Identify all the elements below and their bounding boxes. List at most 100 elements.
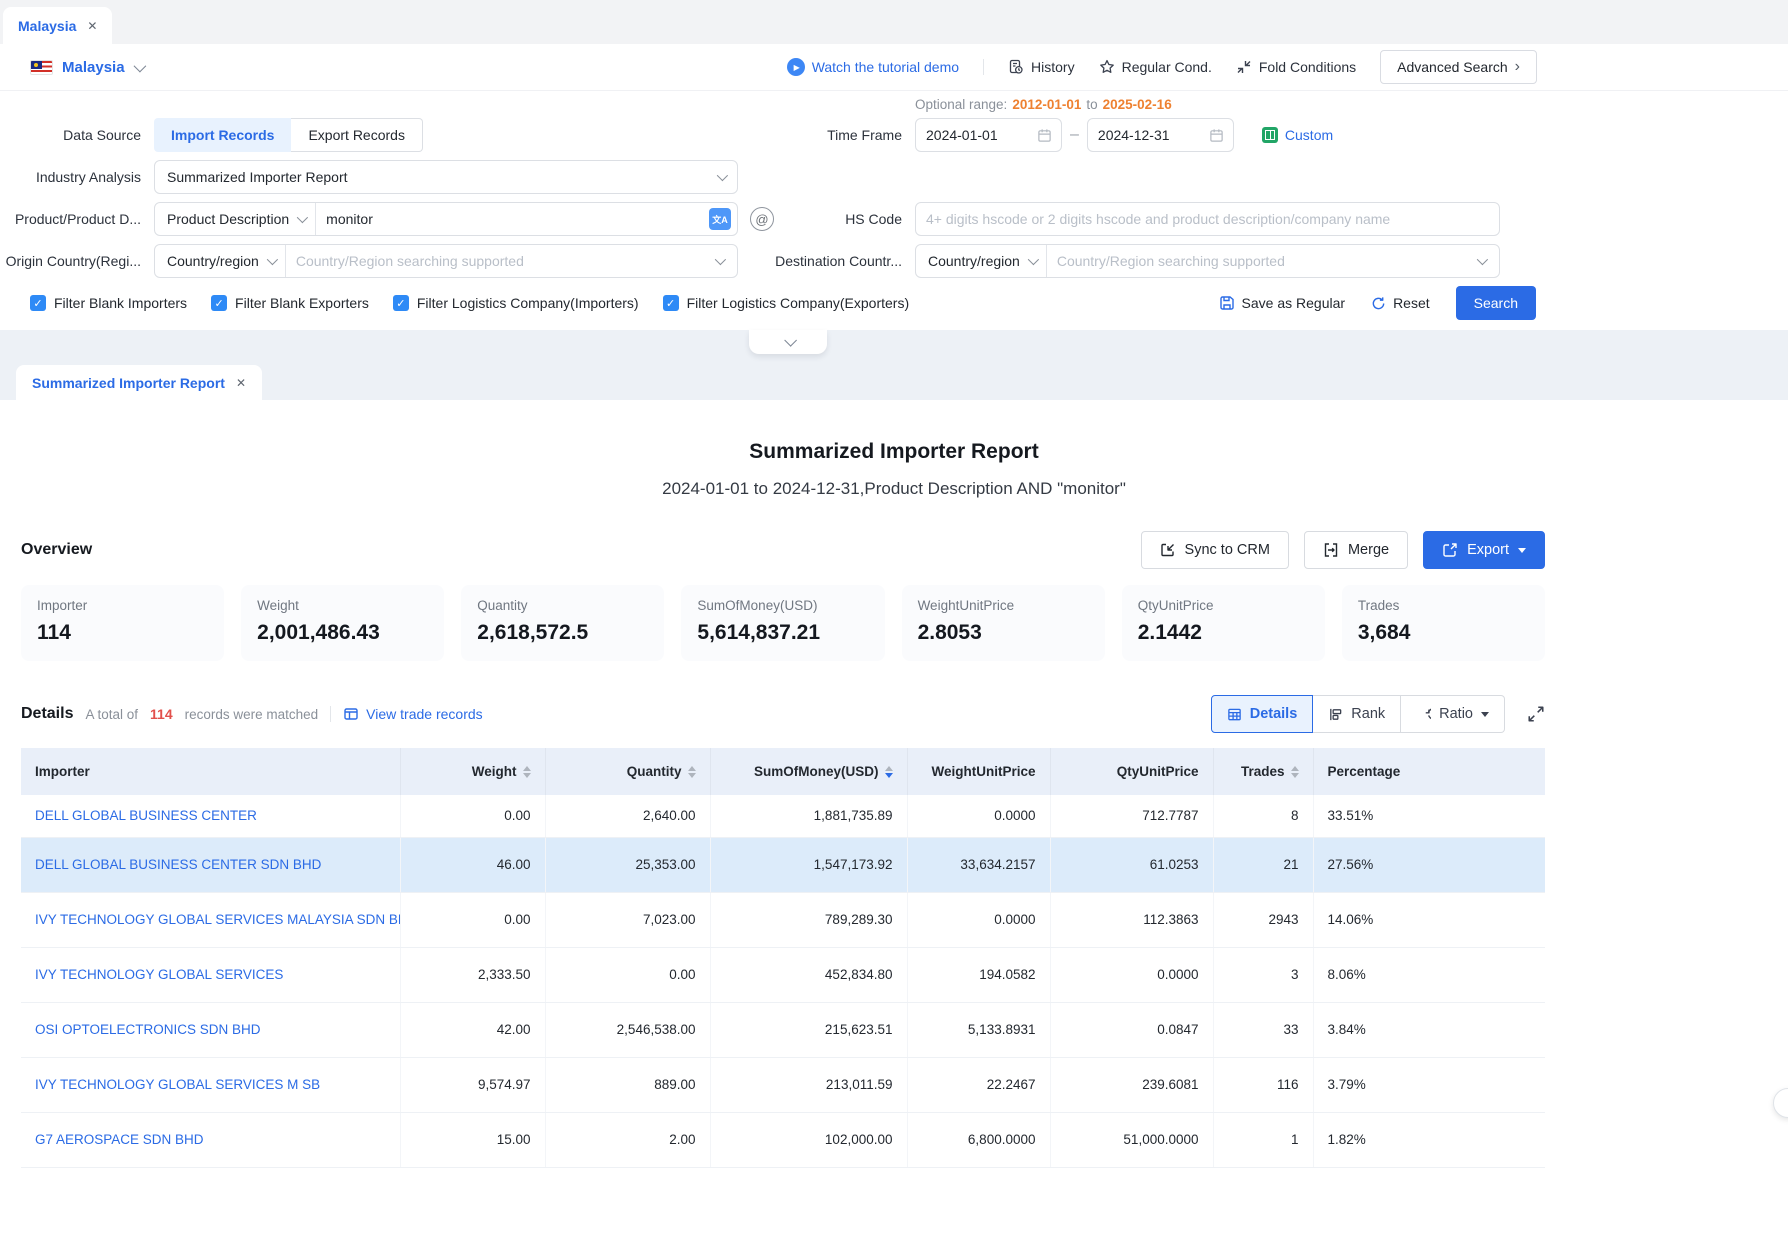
checkbox-checked-icon[interactable]: ✓: [663, 295, 679, 311]
country-selector[interactable]: Malaysia: [30, 59, 143, 76]
column-header[interactable]: WeightUnitPrice: [907, 748, 1050, 795]
importer-link[interactable]: DELL GLOBAL BUSINESS CENTER: [35, 808, 257, 823]
data-source-label: Data Source: [0, 127, 154, 143]
destination-country-combo: Country/region: [915, 244, 1500, 278]
column-header[interactable]: Importer: [21, 748, 400, 795]
view-trade-records-link[interactable]: View trade records: [343, 706, 482, 722]
value-cell: 194.0582: [907, 947, 1050, 1002]
column-header[interactable]: Trades: [1213, 748, 1313, 795]
sort-desc-caret[interactable]: [885, 773, 893, 778]
window-tab-malaysia[interactable]: Malaysia ✕: [3, 7, 112, 44]
rank-view-button[interactable]: Rank: [1313, 695, 1401, 733]
checkbox-checked-icon[interactable]: ✓: [211, 295, 227, 311]
total-prefix: A total of: [85, 707, 138, 722]
sort-icon[interactable]: [688, 766, 696, 778]
divider: [330, 706, 331, 722]
close-icon[interactable]: ✕: [236, 377, 246, 389]
product-input[interactable]: [316, 203, 709, 235]
stat-label: QtyUnitPrice: [1138, 598, 1309, 613]
origin-country-label: Origin Country(Regi...: [0, 253, 154, 269]
stat-label: WeightUnitPrice: [918, 598, 1089, 613]
time-frame-start[interactable]: [915, 118, 1062, 152]
table-row[interactable]: IVY TECHNOLOGY GLOBAL SERVICES2,333.500.…: [21, 947, 1545, 1002]
table-row[interactable]: OSI OPTOELECTRONICS SDN BHD42.002,546,53…: [21, 1002, 1545, 1057]
sort-asc-caret[interactable]: [523, 766, 531, 771]
value-cell: 112.3863: [1050, 892, 1213, 947]
sort-icon[interactable]: [1291, 766, 1299, 778]
industry-analysis-select[interactable]: Summarized Importer Report: [154, 160, 738, 194]
import-records-tab[interactable]: Import Records: [154, 118, 291, 152]
importer-link[interactable]: IVY TECHNOLOGY GLOBAL SERVICES M SB: [35, 1077, 320, 1092]
value-cell: 452,834.80: [710, 947, 907, 1002]
sort-asc-caret[interactable]: [885, 766, 893, 771]
column-header[interactable]: Quantity: [545, 748, 710, 795]
translate-icon[interactable]: 文A: [709, 208, 731, 230]
table-row[interactable]: DELL GLOBAL BUSINESS CENTER SDN BHD46.00…: [21, 837, 1545, 892]
close-icon[interactable]: ✕: [87, 20, 97, 32]
origin-mode-select[interactable]: Country/region: [155, 245, 286, 277]
value-cell: 213,011.59: [710, 1057, 907, 1112]
merge-label: Merge: [1348, 542, 1389, 558]
sort-asc-caret[interactable]: [1291, 766, 1299, 771]
table-row[interactable]: IVY TECHNOLOGY GLOBAL SERVICES M SB9,574…: [21, 1057, 1545, 1112]
sort-desc-caret[interactable]: [688, 773, 696, 778]
ratio-view-button[interactable]: Ratio: [1401, 695, 1505, 733]
importer-link[interactable]: G7 AEROSPACE SDN BHD: [35, 1132, 204, 1147]
details-view-button[interactable]: Details: [1211, 695, 1314, 733]
fullscreen-button[interactable]: [1527, 705, 1545, 723]
sort-asc-caret[interactable]: [688, 766, 696, 771]
regular-cond-button[interactable]: Regular Cond.: [1099, 59, 1212, 75]
origin-country-input[interactable]: [286, 245, 715, 277]
hs-code-input[interactable]: [916, 203, 1499, 235]
sort-desc-caret[interactable]: [523, 773, 531, 778]
tutorial-link[interactable]: ▶ Watch the tutorial demo: [787, 58, 959, 76]
search-button[interactable]: Search: [1456, 286, 1536, 320]
sort-desc-caret[interactable]: [1291, 773, 1299, 778]
export-button[interactable]: Export: [1423, 531, 1545, 569]
sort-icon[interactable]: [523, 766, 531, 778]
filter-checkbox-3[interactable]: ✓Filter Logistics Company(Exporters): [663, 295, 910, 311]
time-frame-start-input[interactable]: [916, 119, 1037, 151]
filter-checkbox-1[interactable]: ✓Filter Blank Exporters: [211, 295, 369, 311]
reset-button[interactable]: Reset: [1371, 295, 1430, 311]
sort-icon[interactable]: [885, 766, 893, 778]
origin-mode-value: Country/region: [167, 253, 259, 269]
time-frame-end-input[interactable]: [1088, 119, 1209, 151]
time-frame-end[interactable]: [1087, 118, 1234, 152]
importer-link[interactable]: IVY TECHNOLOGY GLOBAL SERVICES MALAYSIA …: [35, 912, 400, 927]
save-as-regular-button[interactable]: Save as Regular: [1219, 295, 1346, 311]
collapse-conditions-handle[interactable]: [749, 330, 827, 354]
stat-card: Trades3,684: [1342, 585, 1545, 661]
table-row[interactable]: IVY TECHNOLOGY GLOBAL SERVICES MALAYSIA …: [21, 892, 1545, 947]
importer-link[interactable]: OSI OPTOELECTRONICS SDN BHD: [35, 1022, 261, 1037]
product-mode-select[interactable]: Product Description: [155, 203, 316, 235]
range-end: 2025-02-16: [1103, 97, 1172, 112]
exact-match-icon[interactable]: @: [750, 207, 774, 231]
filter-checkbox-2[interactable]: ✓Filter Logistics Company(Importers): [393, 295, 639, 311]
importer-link[interactable]: IVY TECHNOLOGY GLOBAL SERVICES: [35, 967, 283, 982]
filter-checkbox-0[interactable]: ✓Filter Blank Importers: [30, 295, 187, 311]
sync-to-crm-button[interactable]: Sync to CRM: [1141, 531, 1289, 569]
custom-range-button[interactable]: Custom: [1262, 127, 1333, 143]
column-header[interactable]: QtyUnitPrice: [1050, 748, 1213, 795]
hs-code-field[interactable]: [915, 202, 1500, 236]
destination-mode-select[interactable]: Country/region: [916, 245, 1047, 277]
export-records-tab[interactable]: Export Records: [291, 118, 422, 152]
column-header[interactable]: SumOfMoney(USD): [710, 748, 907, 795]
table-row[interactable]: G7 AEROSPACE SDN BHD15.002.00102,000.006…: [21, 1112, 1545, 1167]
history-button[interactable]: History: [1008, 59, 1075, 75]
column-header[interactable]: Weight: [400, 748, 545, 795]
table-row[interactable]: DELL GLOBAL BUSINESS CENTER0.002,640.001…: [21, 795, 1545, 837]
fold-conditions-button[interactable]: Fold Conditions: [1236, 59, 1356, 75]
column-header[interactable]: Percentage: [1313, 748, 1545, 795]
filter-checkboxes: ✓Filter Blank Importers ✓Filter Blank Exp…: [30, 295, 909, 311]
checkbox-checked-icon[interactable]: ✓: [393, 295, 409, 311]
destination-country-input[interactable]: [1047, 245, 1477, 277]
column-label: Trades: [1241, 764, 1285, 779]
advanced-search-button[interactable]: Advanced Search ›: [1380, 50, 1537, 84]
importer-link[interactable]: DELL GLOBAL BUSINESS CENTER SDN BHD: [35, 857, 321, 872]
report-tab-label: Summarized Importer Report: [32, 375, 225, 391]
report-tab[interactable]: Summarized Importer Report ✕: [16, 365, 262, 400]
checkbox-checked-icon[interactable]: ✓: [30, 295, 46, 311]
merge-button[interactable]: Merge: [1304, 531, 1408, 569]
